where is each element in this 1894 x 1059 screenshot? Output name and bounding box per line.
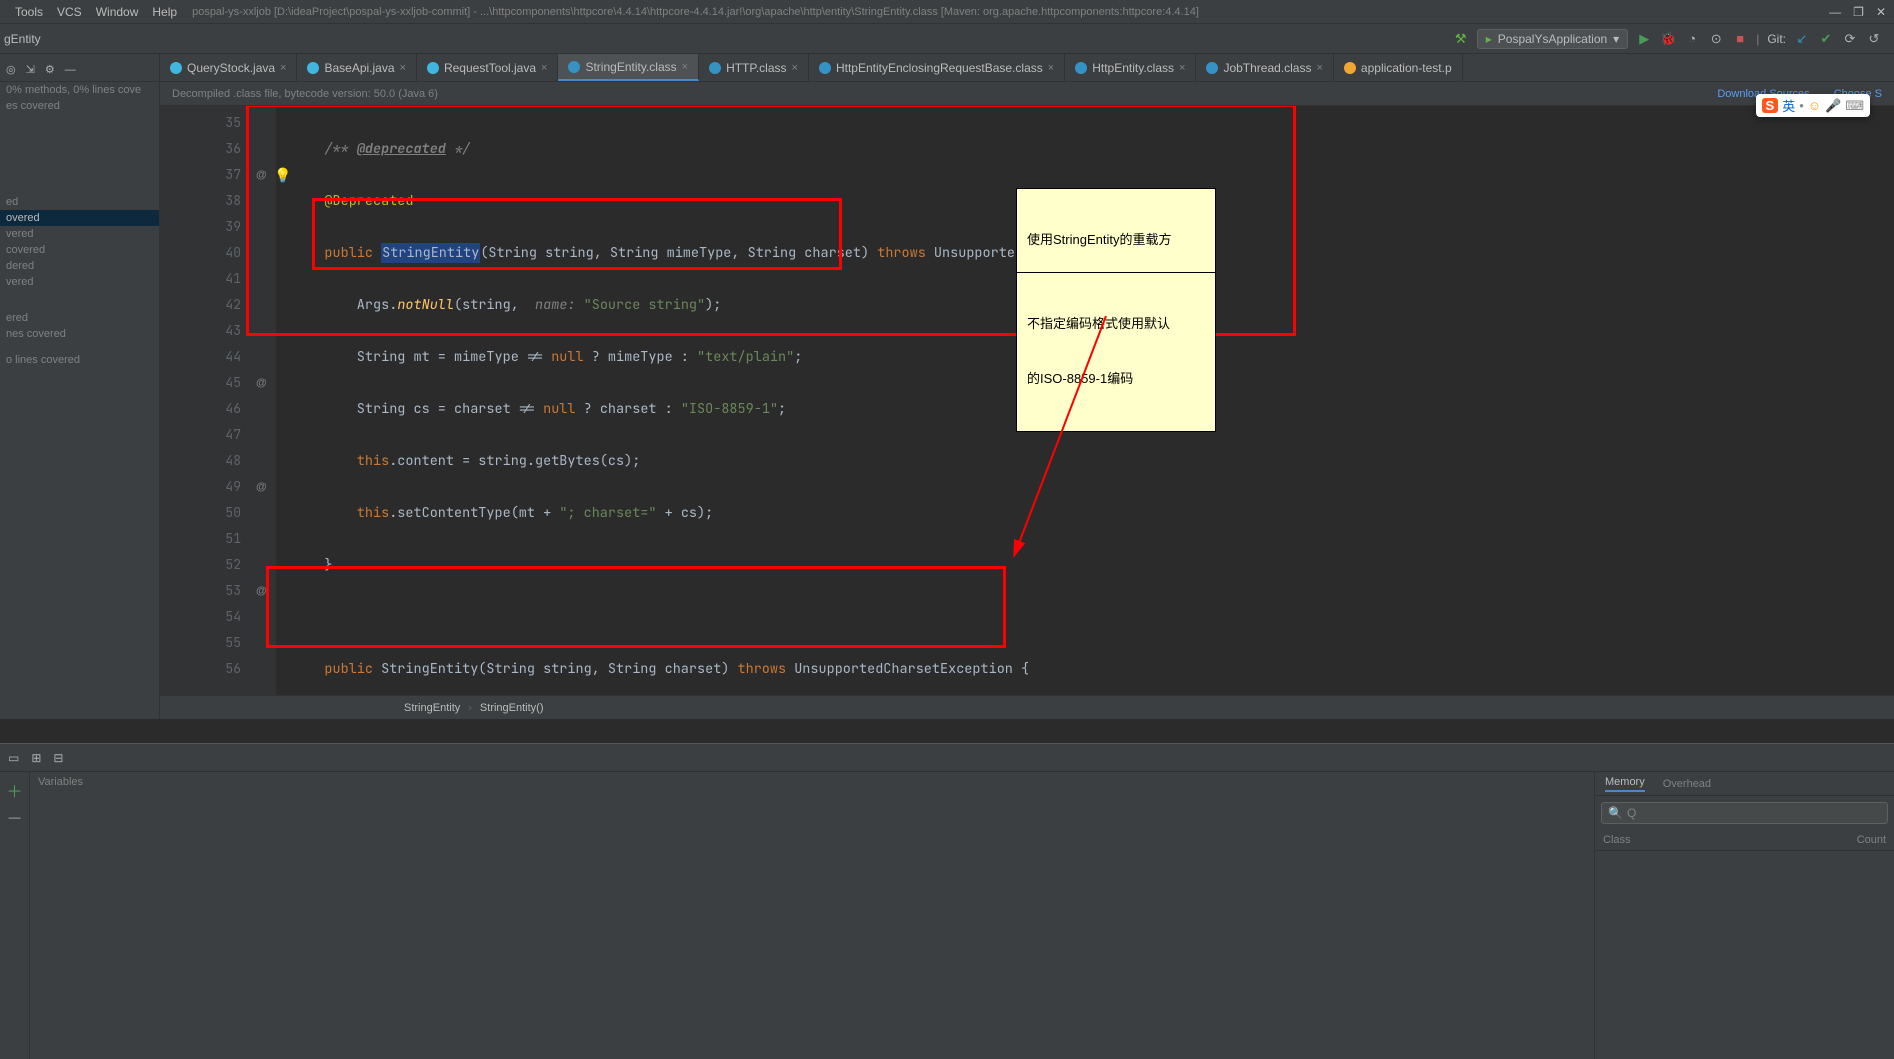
- coverage-icon[interactable]: ◔: [1684, 31, 1700, 47]
- class-file-icon: [568, 61, 580, 73]
- git-label: Git:: [1767, 32, 1786, 46]
- java-file-icon: [170, 62, 182, 74]
- menu-tools[interactable]: Tools: [8, 5, 50, 19]
- search-icon: 🔍: [1608, 806, 1623, 820]
- override-icon[interactable]: @: [256, 370, 267, 396]
- debug-panel: ▭ ⊞ ⊟ ＋ — Variables Memory Overhead 🔍 Q …: [0, 743, 1894, 1059]
- menu-window[interactable]: Window: [89, 5, 146, 19]
- build-icon[interactable]: ⚒: [1453, 31, 1469, 47]
- java-file-icon: [307, 62, 319, 74]
- coverage-row[interactable]: o lines covered: [0, 352, 159, 368]
- menu-help[interactable]: Help: [145, 5, 184, 19]
- chevron-down-icon: ▾: [1613, 32, 1619, 46]
- remove-icon[interactable]: —: [9, 810, 21, 824]
- override-icon[interactable]: @: [256, 474, 267, 500]
- ime-widget[interactable]: S 英 • ☺ 🎤 ⌨: [1756, 94, 1870, 117]
- git-history-icon[interactable]: ⟳: [1842, 31, 1858, 47]
- gutter-icons: @ 💡 @ @ @: [250, 106, 276, 695]
- coverage-row[interactable]: dered: [0, 258, 159, 274]
- git-update-icon[interactable]: ↙: [1794, 31, 1810, 47]
- menu-vcs[interactable]: VCS: [50, 5, 89, 19]
- tab-memory[interactable]: Memory: [1605, 776, 1645, 792]
- tab-apptest[interactable]: application-test.p: [1334, 54, 1463, 81]
- emoji-icon[interactable]: ☺: [1808, 98, 1821, 113]
- coverage-row[interactable]: es covered: [0, 98, 159, 114]
- tab-querystock[interactable]: QueryStock.java×: [160, 54, 297, 81]
- restore-icon[interactable]: ⊟: [53, 751, 63, 765]
- annotation-note: 不指定编码格式使用默认 的ISO-8859-1编码: [1016, 272, 1216, 432]
- col-count[interactable]: Count: [1857, 834, 1886, 846]
- breadcrumb-item[interactable]: StringEntity(): [476, 702, 548, 714]
- layout-icon[interactable]: ⊞: [31, 751, 41, 765]
- breadcrumb-item[interactable]: StringEntity: [400, 702, 464, 714]
- class-file-icon: [1075, 62, 1087, 74]
- tab-requesttool[interactable]: RequestTool.java×: [417, 54, 559, 81]
- properties-file-icon: [1344, 62, 1356, 74]
- close-tab-icon[interactable]: ×: [1316, 62, 1322, 74]
- chevron-right-icon: ›: [468, 702, 472, 714]
- close-tab-icon[interactable]: ×: [682, 61, 688, 73]
- main-menubar: Tools VCS Window Help pospal-ys-xxljob […: [0, 0, 1894, 24]
- coverage-row[interactable]: overed: [0, 210, 159, 226]
- coverage-row[interactable]: vered: [0, 274, 159, 290]
- nav-crumb: gEntity: [0, 32, 160, 46]
- minimize-icon[interactable]: —: [1829, 5, 1841, 19]
- coverage-row[interactable]: ed: [0, 194, 159, 210]
- coverage-row[interactable]: nes covered: [0, 326, 159, 342]
- tab-baseapi[interactable]: BaseApi.java×: [297, 54, 416, 81]
- close-tab-icon[interactable]: ×: [400, 62, 406, 74]
- stop-icon[interactable]: ■: [1732, 31, 1748, 47]
- class-file-icon: [819, 62, 831, 74]
- hide-icon[interactable]: —: [65, 64, 76, 76]
- class-file-icon: [709, 62, 721, 74]
- class-file-icon: [1206, 62, 1218, 74]
- memory-search-input[interactable]: 🔍 Q: [1601, 802, 1888, 824]
- target-icon[interactable]: ◎: [6, 63, 16, 76]
- editor-tabs: QueryStock.java× BaseApi.java× RequestTo…: [160, 54, 1894, 82]
- tab-stringentity[interactable]: StringEntity.class×: [558, 54, 699, 81]
- code-editor[interactable]: /** @deprecated */ @Deprecated public St…: [276, 106, 1894, 695]
- col-class[interactable]: Class: [1603, 834, 1857, 846]
- maximize-icon[interactable]: ❐: [1853, 5, 1864, 19]
- tab-http[interactable]: HTTP.class×: [699, 54, 809, 81]
- threads-icon[interactable]: ▭: [8, 751, 19, 765]
- coverage-panel: ◎ ⇲ ⚙ — 0% methods, 0% lines cove es cov…: [0, 54, 160, 719]
- variables-label: Variables: [30, 772, 1594, 792]
- run-config-dropdown[interactable]: ▸ PospalYsApplication ▾: [1477, 29, 1628, 49]
- tab-httpentityenclosing[interactable]: HttpEntityEnclosingRequestBase.class×: [809, 54, 1065, 81]
- close-tab-icon[interactable]: ×: [792, 62, 798, 74]
- git-revert-icon[interactable]: ↺: [1866, 31, 1882, 47]
- main-toolbar: gEntity ⚒ ▸ PospalYsApplication ▾ ▶ 🐞 ◔ …: [0, 24, 1894, 54]
- title-path: pospal-ys-xxljob [D:\ideaProject\pospal-…: [192, 6, 1829, 18]
- close-tab-icon[interactable]: ×: [1048, 62, 1054, 74]
- coverage-row[interactable]: covered: [0, 242, 159, 258]
- breadcrumb: StringEntity › StringEntity(): [160, 695, 1894, 719]
- close-tab-icon[interactable]: ×: [1179, 62, 1185, 74]
- tab-httpentity[interactable]: HttpEntity.class×: [1065, 54, 1196, 81]
- java-file-icon: [427, 62, 439, 74]
- keyboard-icon[interactable]: ⌨: [1845, 98, 1864, 114]
- tab-jobthread[interactable]: JobThread.class×: [1196, 54, 1333, 81]
- close-tab-icon[interactable]: ×: [280, 62, 286, 74]
- add-watch-icon[interactable]: ＋: [6, 778, 22, 802]
- mic-icon[interactable]: 🎤: [1825, 98, 1841, 114]
- debug-icon[interactable]: 🐞: [1660, 31, 1676, 47]
- coverage-summary: 0% methods, 0% lines cove: [0, 82, 159, 98]
- profiler-icon[interactable]: ⊙: [1708, 31, 1724, 47]
- flatten-icon[interactable]: ⇲: [26, 63, 35, 76]
- close-tab-icon[interactable]: ×: [541, 62, 547, 74]
- decompile-banner: Decompiled .class file, bytecode version…: [160, 82, 1894, 106]
- ime-brand-icon: S: [1762, 98, 1779, 113]
- run-icon[interactable]: ▶: [1636, 31, 1652, 47]
- tab-overhead[interactable]: Overhead: [1663, 778, 1711, 790]
- close-icon[interactable]: ✕: [1876, 5, 1886, 19]
- line-number-gutter[interactable]: 3536373839404142434445464748495051525354…: [160, 106, 250, 695]
- gear-icon[interactable]: ⚙: [45, 63, 55, 76]
- override-icon[interactable]: @: [256, 578, 267, 604]
- git-commit-icon[interactable]: ✔: [1818, 31, 1834, 47]
- coverage-row[interactable]: ered: [0, 310, 159, 326]
- coverage-row[interactable]: vered: [0, 226, 159, 242]
- override-icon[interactable]: @: [256, 162, 267, 188]
